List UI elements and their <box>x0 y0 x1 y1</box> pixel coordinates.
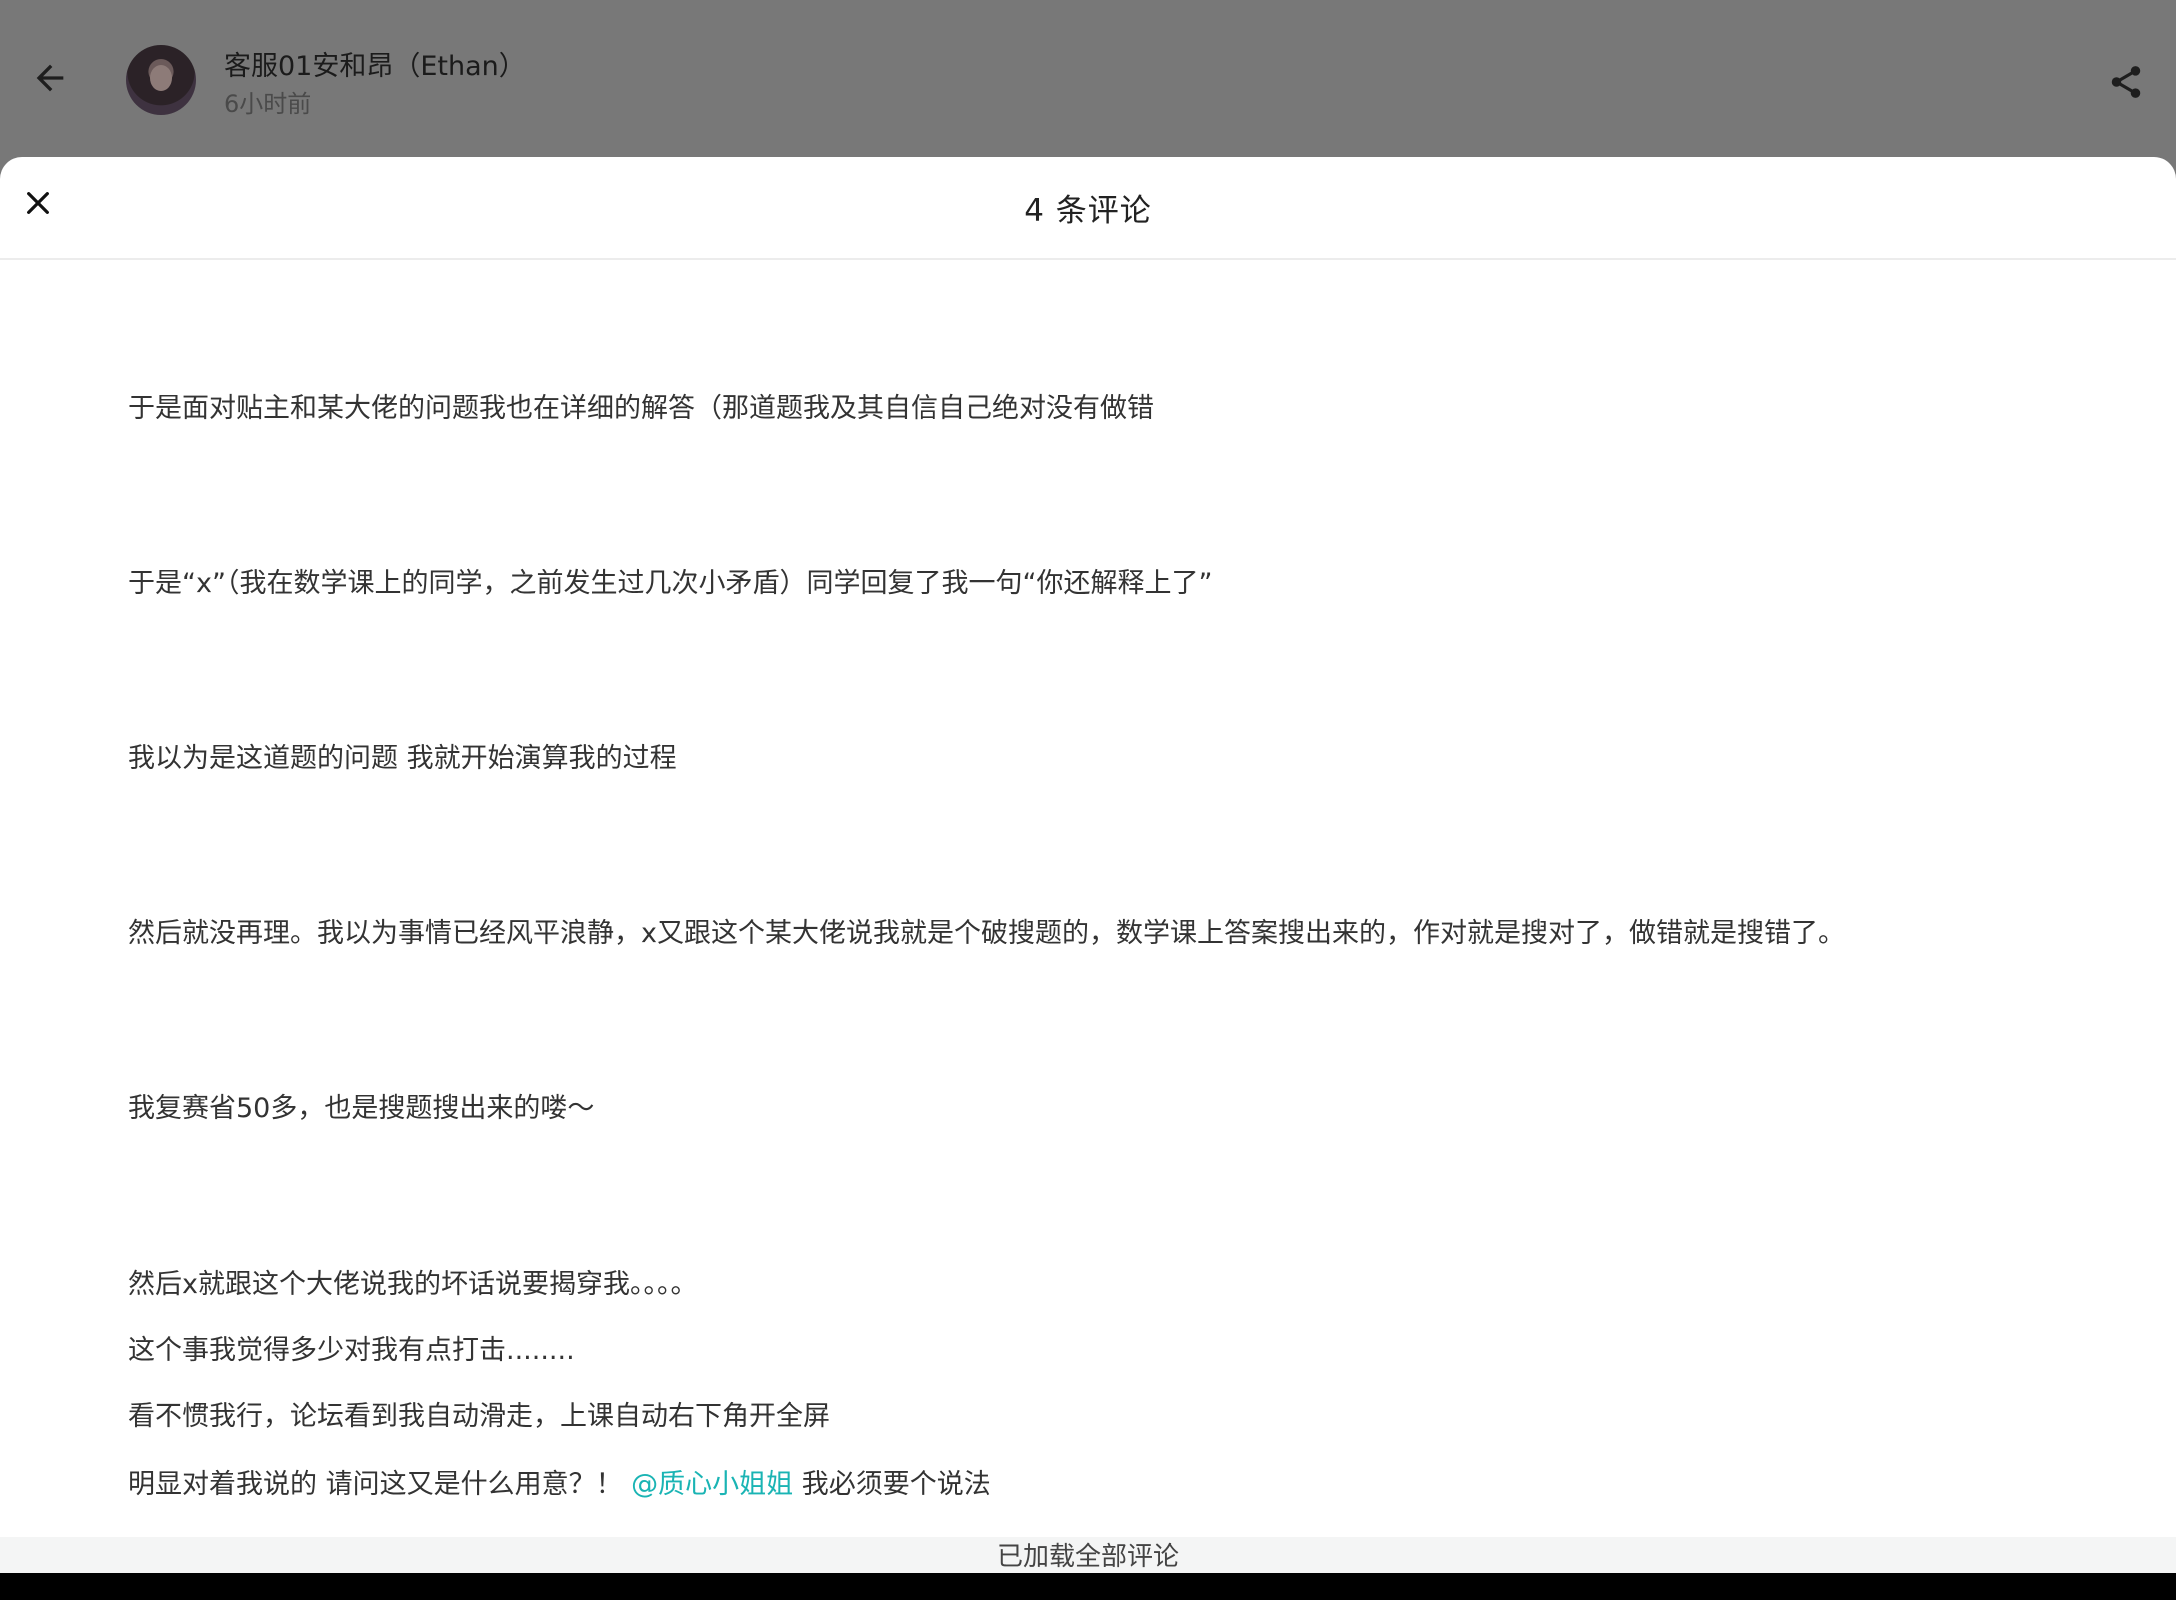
comment-line-with-mention: 明显对着我说的 请问这又是什么用意？！ @质心小姐姐 我必须要个说法 <box>128 1462 991 1501</box>
share-button[interactable] <box>2100 56 2152 108</box>
comments-sheet: 4 条评论 于是面对贴主和某大佬的问题我也在详细的解答（那道题我及其自信自己绝对… <box>0 157 2176 1573</box>
comment-line: 然后x就跟这个大佬说我的坏话说要揭穿我。。。。 <box>128 1269 698 1300</box>
comments-title: 4 条评论 <box>1024 193 1152 229</box>
comment-text: 明显对着我说的 请问这又是什么用意？！ <box>128 1469 632 1500</box>
post-header: 客服01安和昂（Ethan） 6小时前 <box>0 0 2176 180</box>
screen: 客服01安和昂（Ethan） 6小时前 4 条评论 于是面对贴主和某大佬的问题我… <box>0 0 2176 1600</box>
comment-line: 我以为是这道题的问题 我就开始演算我的过程 <box>128 743 677 774</box>
comment-text: 我必须要个说法 <box>793 1469 991 1500</box>
post-time: 6小时前 <box>224 90 312 118</box>
author-name[interactable]: 客服01安和昂（Ethan） <box>224 44 526 83</box>
back-button[interactable] <box>22 50 78 106</box>
mention-link[interactable]: @质心小姐姐 <box>631 1469 793 1500</box>
comment-line: 这个事我觉得多少对我有点打击........ <box>128 1335 575 1366</box>
comment-line: 看不惯我行，论坛看到我自动滑走，上课自动右下角开全屏 <box>128 1401 830 1432</box>
avatar[interactable] <box>126 45 196 115</box>
share-icon <box>2111 66 2141 98</box>
comments-sheet-header: 4 条评论 <box>0 157 2176 260</box>
avatar-face <box>150 65 172 91</box>
comment-line: 我复赛省50多，也是搜题搜出来的喽～ <box>128 1093 595 1124</box>
comment-line: 然后就没再理。我以为事情已经风平浪静，x又跟这个某大佬说我就是个破搜题的，数学课… <box>128 918 1845 949</box>
comment-line: 于是面对贴主和某大佬的问题我也在详细的解答（那道题我及其自信自己绝对没有做错 <box>128 393 1154 424</box>
arrow-left-icon <box>36 64 64 92</box>
all-comments-loaded: 已加载全部评论 <box>0 1537 2176 1573</box>
comment-line: 于是“x”（我在数学课上的同学，之前发生过几次小矛盾）同学回复了我一句“你还解释… <box>128 568 1213 599</box>
